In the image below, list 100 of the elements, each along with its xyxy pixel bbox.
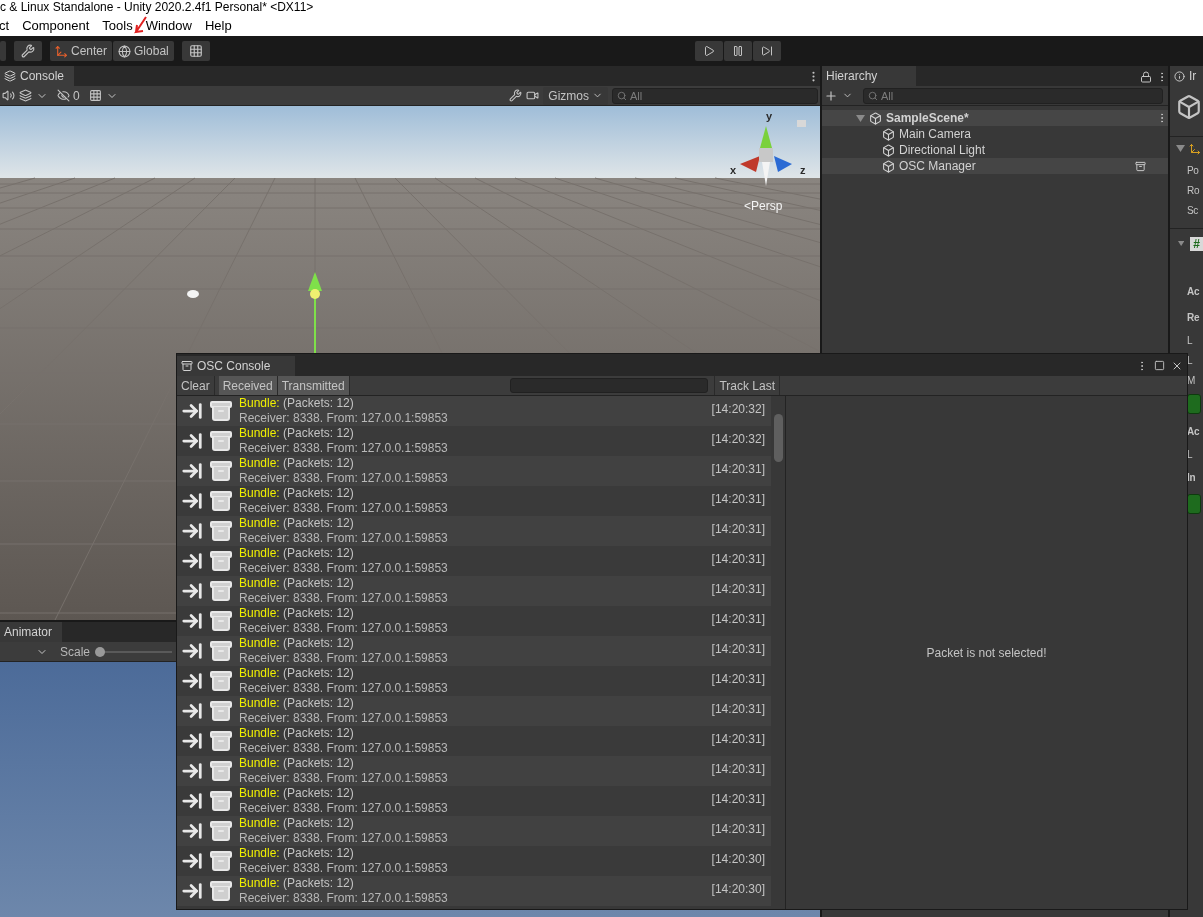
scrollbar[interactable] <box>771 396 786 909</box>
audio-icon[interactable] <box>2 89 15 102</box>
expand-toggle[interactable] <box>1178 239 1185 248</box>
close-icon[interactable] <box>1171 360 1183 372</box>
message-row[interactable]: Bundle: (Packets: 12) Receiver: 8338. From: 127.0.0.1:59853 [14:20:31] <box>177 696 771 726</box>
message-row[interactable]: Bundle: (Packets: 12) Receiver: 8338. From: 127.0.0.1:59853 [14:20:32] <box>177 396 771 426</box>
message-time: [14:20:31] <box>711 612 765 626</box>
scale-slider[interactable] <box>94 645 173 658</box>
play-button[interactable] <box>694 41 723 61</box>
projection-label[interactable]: <Persp <box>744 199 783 213</box>
slider-thumb[interactable] <box>95 646 106 657</box>
move-gizmo-icon[interactable] <box>307 272 323 354</box>
incoming-icon <box>181 460 203 482</box>
message-title: Bundle: (Packets: 12) <box>239 636 355 651</box>
message-source: Receiver: 8338. From: 127.0.0.1:59853 <box>239 591 449 606</box>
space-button[interactable]: Global <box>113 41 174 61</box>
search-icon <box>868 90 878 101</box>
bundle-icon <box>209 699 233 723</box>
console-tab[interactable]: Console <box>0 66 75 86</box>
message-time: [14:20:31] <box>711 642 765 656</box>
incoming-icon <box>181 850 203 872</box>
track-last-button[interactable]: Track Last <box>714 376 780 395</box>
property-label: L <box>1187 448 1193 460</box>
message-time: [14:20:31] <box>711 672 765 686</box>
hidden-objects-button[interactable]: 0 <box>52 86 85 105</box>
window-title: c & Linux Standalone - Unity 2020.2.4f1 Personal* <DX11> <box>0 1 314 13</box>
message-source: Receiver: 8338. From: 127.0.0.1:59853 <box>239 471 449 486</box>
message-time: [14:20:31] <box>711 462 765 476</box>
property-label: L <box>1187 354 1193 366</box>
bundle-icon <box>209 669 233 693</box>
hierarchy-item[interactable]: Main Camera <box>822 126 1168 142</box>
expand-toggle[interactable] <box>856 113 865 123</box>
pivot-button[interactable]: Center <box>50 41 113 61</box>
pause-icon <box>731 45 744 57</box>
bundle-icon <box>209 519 233 543</box>
camera-icon[interactable] <box>526 89 540 102</box>
x-axis-label: x <box>730 164 737 176</box>
message-row[interactable]: Bundle: (Packets: 12) Receiver: 8338. From: 127.0.0.1:59853 [14:20:30] <box>177 876 771 906</box>
osc-console-tab[interactable]: OSC Console <box>177 356 295 376</box>
message-source: Receiver: 8338. From: 127.0.0.1:59853 <box>239 741 449 756</box>
message-time: [14:20:31] <box>711 522 765 536</box>
message-title: Bundle: (Packets: 12) <box>239 786 355 801</box>
section-label: Ac <box>1187 285 1200 297</box>
snap-button[interactable] <box>181 41 210 61</box>
hierarchy-item[interactable]: Directional Light <box>822 142 1168 158</box>
expand-toggle[interactable] <box>1176 144 1185 153</box>
wrench-icon[interactable] <box>509 89 523 102</box>
cube-icon <box>882 143 895 157</box>
hierarchy-item[interactable]: OSC Manager <box>822 158 1168 174</box>
pause-button[interactable] <box>723 41 752 61</box>
hierarchy-tab[interactable]: Hierarchy <box>822 66 916 86</box>
message-title: Bundle: (Packets: 12) <box>239 576 355 591</box>
menu-item[interactable]: Window <box>145 17 192 33</box>
message-source: Receiver: 8338. From: 127.0.0.1:59853 <box>239 681 449 696</box>
message-row[interactable]: Bundle: (Packets: 12) Receiver: 8338. From: 127.0.0.1:59853 [14:20:31] <box>177 636 771 666</box>
grid-icon <box>188 44 203 58</box>
animator-tab[interactable]: Animator <box>0 622 63 642</box>
message-title: Bundle: (Packets: 12) <box>239 516 355 531</box>
info-icon <box>1174 70 1185 82</box>
property-label: Po <box>1187 164 1199 176</box>
message-source: Receiver: 8338. From: 127.0.0.1:59853 <box>239 411 449 426</box>
message-title: Bundle: (Packets: 12) <box>239 666 355 681</box>
message-time: [14:20:31] <box>711 762 765 776</box>
message-source: Receiver: 8338. From: 127.0.0.1:59853 <box>239 561 449 576</box>
filter-toggle[interactable]: Received <box>218 376 278 395</box>
gizmos-button[interactable]: Gizmos <box>543 86 608 105</box>
bundle-icon <box>209 429 233 453</box>
inspector-tab[interactable]: Ir <box>1170 66 1203 86</box>
bundle-icon <box>209 849 233 873</box>
scale-label: Scale <box>60 644 91 659</box>
message-title: Bundle: (Packets: 12) <box>239 696 355 711</box>
message-row[interactable]: Bundle: (Packets: 12) Receiver: 8338. From: 127.0.0.1:59853 [14:20:31] <box>177 816 771 846</box>
grid-icon[interactable] <box>88 89 102 102</box>
menu-item[interactable]: Tools <box>102 17 133 33</box>
bundle-icon <box>209 639 233 663</box>
step-button[interactable] <box>752 41 781 61</box>
tools-button[interactable] <box>14 41 42 61</box>
menu-item[interactable]: Help <box>204 17 232 33</box>
menu-item[interactable]: Component <box>22 17 90 33</box>
message-time: [14:20:31] <box>711 582 765 596</box>
message-row[interactable]: Bundle: (Packets: 12) Receiver: 8338. From: 127.0.0.1:59853 [14:20:31] <box>177 456 771 486</box>
message-row[interactable]: Bundle: (Packets: 12) Receiver: 8338. From: 127.0.0.1:59853 [14:20:31] <box>177 516 771 546</box>
osc-search-field[interactable] <box>510 378 709 393</box>
message-row[interactable]: Bundle: (Packets: 12) Receiver: 8338. From: 127.0.0.1:59853 [14:20:31] <box>177 576 771 606</box>
message-time: [14:20:32] <box>711 432 765 446</box>
effects-icon[interactable] <box>19 89 32 102</box>
property-label: M <box>1187 374 1196 386</box>
filter-toggle[interactable]: Transmitted <box>277 376 350 395</box>
property-label: Ro <box>1187 184 1200 196</box>
maximize-icon[interactable] <box>1154 360 1165 371</box>
incoming-icon <box>181 700 203 722</box>
message-time: [14:20:31] <box>711 732 765 746</box>
pivot-icon <box>55 44 68 58</box>
add-icon[interactable] <box>824 88 838 103</box>
incoming-icon <box>181 580 203 602</box>
menu-item[interactable]: ct <box>0 17 10 33</box>
bundle-icon <box>209 759 233 783</box>
message-title: Bundle: (Packets: 12) <box>239 876 355 891</box>
message-row[interactable]: Bundle: (Packets: 12) Receiver: 8338. From: 127.0.0.1:59853 [14:20:31] <box>177 756 771 786</box>
message-source: Receiver: 8338. From: 127.0.0.1:59853 <box>239 831 449 846</box>
